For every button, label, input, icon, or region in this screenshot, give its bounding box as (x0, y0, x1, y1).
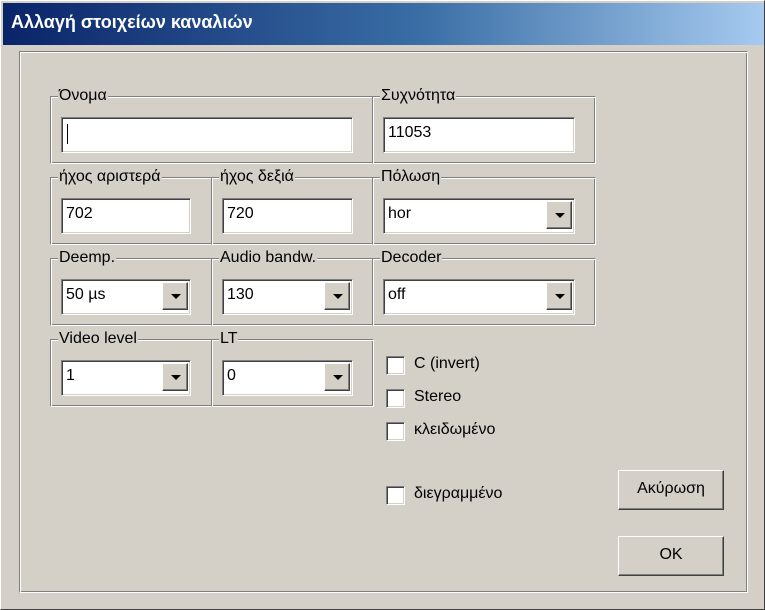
lt-value: 0 (227, 367, 236, 384)
chevron-down-icon (171, 375, 181, 380)
audio-right-label: ήχος δεξιά (219, 167, 295, 187)
deleted-label[interactable]: διεγραμμένο (414, 485, 502, 503)
name-group: Όνομα (50, 86, 374, 164)
lt-label: LT (219, 329, 239, 349)
audio-bandwidth-select[interactable]: 130 (222, 279, 353, 315)
cancel-button[interactable]: Ακύρωση (618, 470, 724, 510)
polarization-dropdown-button[interactable] (546, 201, 572, 229)
video-level-dropdown-button[interactable] (162, 363, 188, 391)
lt-select[interactable]: 0 (222, 360, 353, 396)
stereo-checkbox[interactable] (386, 389, 405, 408)
polarization-group: Πόλωση hor (372, 167, 596, 245)
chevron-down-icon (555, 213, 565, 218)
deemphasis-group: Deemp. 50 µs (50, 248, 213, 326)
audio-bandwidth-value: 130 (227, 286, 254, 303)
c-invert-checkbox[interactable] (386, 356, 405, 375)
audio-bandwidth-group: Audio bandw. 130 (211, 248, 374, 326)
deemphasis-value: 50 µs (66, 286, 106, 303)
polarization-label: Πόλωση (380, 167, 442, 187)
deleted-checkbox[interactable] (386, 486, 405, 505)
stereo-label[interactable]: Stereo (414, 388, 461, 406)
audio-bandwidth-dropdown-button[interactable] (324, 282, 350, 310)
lt-dropdown-button[interactable] (324, 363, 350, 391)
frequency-group: Συχνότητα 11053 (372, 86, 596, 164)
audio-left-value: 702 (66, 205, 93, 222)
title-bar[interactable]: Αλλαγή στοιχείων καναλιών (3, 3, 764, 45)
c-invert-label[interactable]: C (invert) (414, 355, 480, 373)
frequency-value: 11053 (388, 124, 432, 141)
decoder-dropdown-button[interactable] (546, 282, 572, 310)
frequency-label: Συχνότητα (380, 86, 457, 106)
audio-right-value: 720 (227, 205, 254, 222)
decoder-select[interactable]: off (383, 279, 575, 315)
video-level-select[interactable]: 1 (61, 360, 191, 396)
deemphasis-select[interactable]: 50 µs (61, 279, 191, 315)
video-level-label: Video level (58, 329, 138, 349)
main-panel: Όνομα Συχνότητα 11053 ήχος αριστερά 702 … (19, 51, 748, 593)
polarization-value: hor (388, 205, 412, 222)
polarization-select[interactable]: hor (383, 198, 575, 234)
video-level-value: 1 (66, 367, 75, 384)
channel-edit-dialog: Αλλαγή στοιχείων καναλιών Όνομα Συχνότητ… (0, 0, 765, 610)
audio-left-input[interactable]: 702 (61, 198, 191, 234)
audio-left-label: ήχος αριστερά (58, 167, 162, 187)
name-label: Όνομα (58, 86, 108, 106)
video-level-group: Video level 1 (50, 329, 213, 407)
window-title: Αλλαγή στοιχείων καναλιών (11, 12, 253, 32)
audio-right-input[interactable]: 720 (222, 198, 353, 234)
chevron-down-icon (555, 294, 565, 299)
decoder-group: Decoder off (372, 248, 596, 326)
audio-left-group: ήχος αριστερά 702 (50, 167, 213, 245)
chevron-down-icon (333, 375, 343, 380)
decoder-value: off (388, 286, 406, 303)
deemphasis-label: Deemp. (58, 248, 117, 268)
locked-checkbox[interactable] (386, 422, 405, 441)
decoder-label: Decoder (380, 248, 443, 268)
deemphasis-dropdown-button[interactable] (162, 282, 188, 310)
audio-bandwidth-label: Audio bandw. (219, 248, 318, 268)
text-caret (67, 124, 68, 144)
locked-label[interactable]: κλειδωμένο (414, 421, 495, 439)
audio-right-group: ήχος δεξιά 720 (211, 167, 374, 245)
chevron-down-icon (333, 294, 343, 299)
chevron-down-icon (171, 294, 181, 299)
lt-group: LT 0 (211, 329, 374, 407)
name-input[interactable] (61, 117, 353, 153)
ok-button[interactable]: OK (618, 536, 724, 576)
frequency-input[interactable]: 11053 (383, 117, 575, 153)
